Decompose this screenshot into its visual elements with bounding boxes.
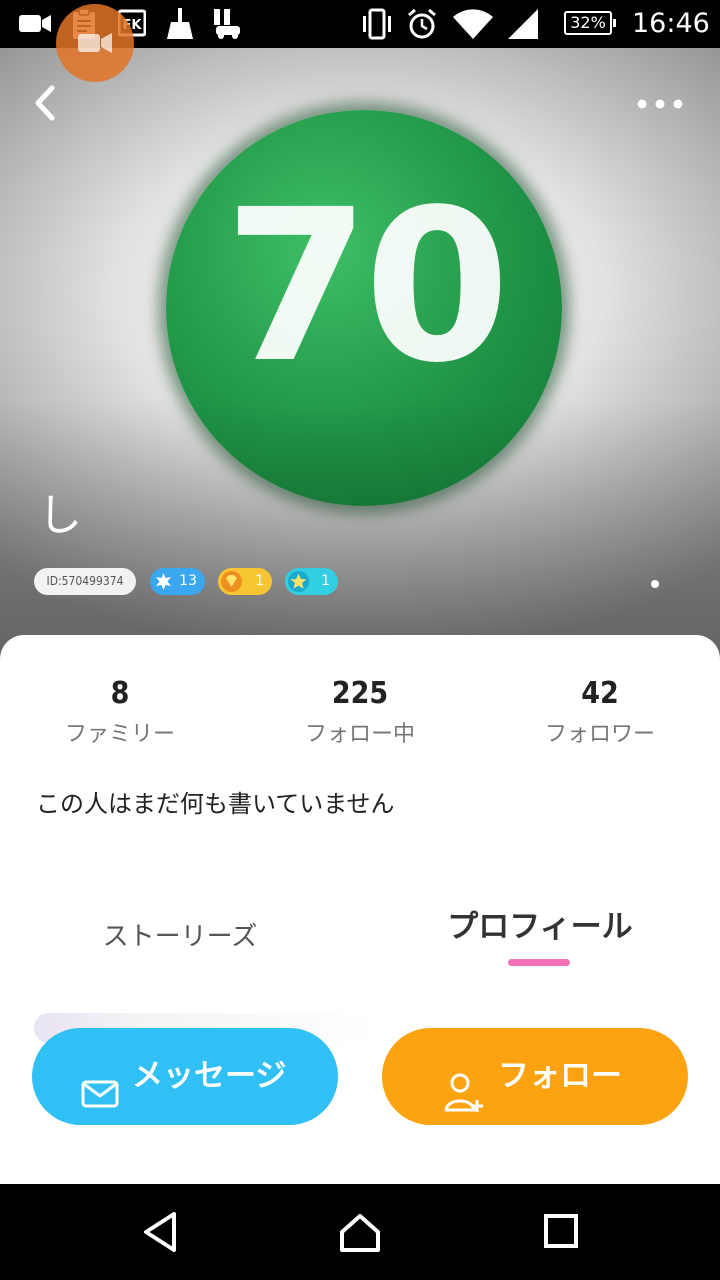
- follow-button[interactable]: フォロー: [382, 1028, 688, 1125]
- nav-back-button[interactable]: [138, 1210, 182, 1258]
- message-button-label: メッセージ: [132, 1058, 287, 1094]
- system-nav-bar: [0, 1184, 720, 1280]
- wifi-icon: [452, 8, 494, 40]
- more-horizontal-icon: [637, 99, 683, 109]
- clock: 16:46: [632, 8, 710, 39]
- video-camera-icon: [78, 33, 112, 53]
- profile-sheet: 8 ファミリー 225 フォロー中 42 フォロワー この人はまだ何も書いていま…: [0, 635, 720, 1184]
- screen-record-bubble[interactable]: [56, 4, 134, 82]
- battery-indicator: 32%: [564, 11, 616, 35]
- active-tab-indicator: [508, 959, 570, 966]
- tab-profile[interactable]: プロフィール: [420, 897, 660, 957]
- nav-home-button[interactable]: [338, 1210, 382, 1258]
- recents-icon: [544, 1214, 578, 1248]
- diamond-badge[interactable]: 1: [218, 568, 272, 595]
- envelope-icon: [80, 1056, 120, 1153]
- back-button[interactable]: [26, 78, 66, 128]
- vibrate-icon: [360, 8, 394, 40]
- stat-followers-value: 42: [581, 676, 619, 711]
- more-options-button[interactable]: [632, 86, 688, 122]
- nav-recents-button[interactable]: [540, 1210, 584, 1258]
- diamond-badge-value: 1: [255, 573, 264, 589]
- stat-following-value: 225: [331, 676, 389, 711]
- tab-stories[interactable]: ストーリーズ: [60, 907, 300, 967]
- stat-followers[interactable]: 42 フォロワー: [480, 673, 720, 751]
- message-button[interactable]: メッセージ: [32, 1028, 338, 1125]
- signal-icon: [506, 8, 540, 40]
- car-list-icon: [212, 8, 244, 40]
- star-badge-value: 1: [321, 573, 330, 589]
- stat-following[interactable]: 225 フォロー中: [240, 673, 480, 751]
- user-name: し: [38, 490, 82, 541]
- user-id-badge: ID:570499374: [34, 568, 136, 595]
- chevron-left-icon: [35, 85, 55, 121]
- video-camera-icon: [18, 8, 52, 38]
- broom-icon: [166, 8, 194, 40]
- level-badge-value: 13: [179, 573, 197, 589]
- stat-family-value: 8: [110, 676, 130, 711]
- follow-button-label: フォロー: [498, 1058, 622, 1094]
- stat-family[interactable]: 8 ファミリー: [0, 673, 240, 751]
- back-triangle-icon: [144, 1212, 176, 1252]
- star-icon: [288, 571, 309, 592]
- diamond-icon: [221, 571, 242, 592]
- avatar-text: 70: [223, 164, 510, 409]
- home-icon: [340, 1214, 380, 1252]
- add-user-icon: [444, 1056, 484, 1153]
- profile-avatar: 70: [166, 110, 562, 506]
- page-indicator-dot: [651, 580, 659, 588]
- stat-family-label: ファミリー: [64, 722, 175, 747]
- profile-hero: 70 し ID:570499374 13 1 1: [0, 48, 720, 660]
- level-badge[interactable]: 13: [150, 568, 205, 595]
- alarm-icon: [406, 8, 438, 40]
- star-burst-icon: [153, 571, 174, 592]
- bio-text: この人はまだ何も書いていません: [36, 790, 395, 818]
- stat-followers-label: フォロワー: [544, 722, 655, 747]
- star-badge[interactable]: 1: [285, 568, 338, 595]
- stat-following-label: フォロー中: [304, 722, 415, 747]
